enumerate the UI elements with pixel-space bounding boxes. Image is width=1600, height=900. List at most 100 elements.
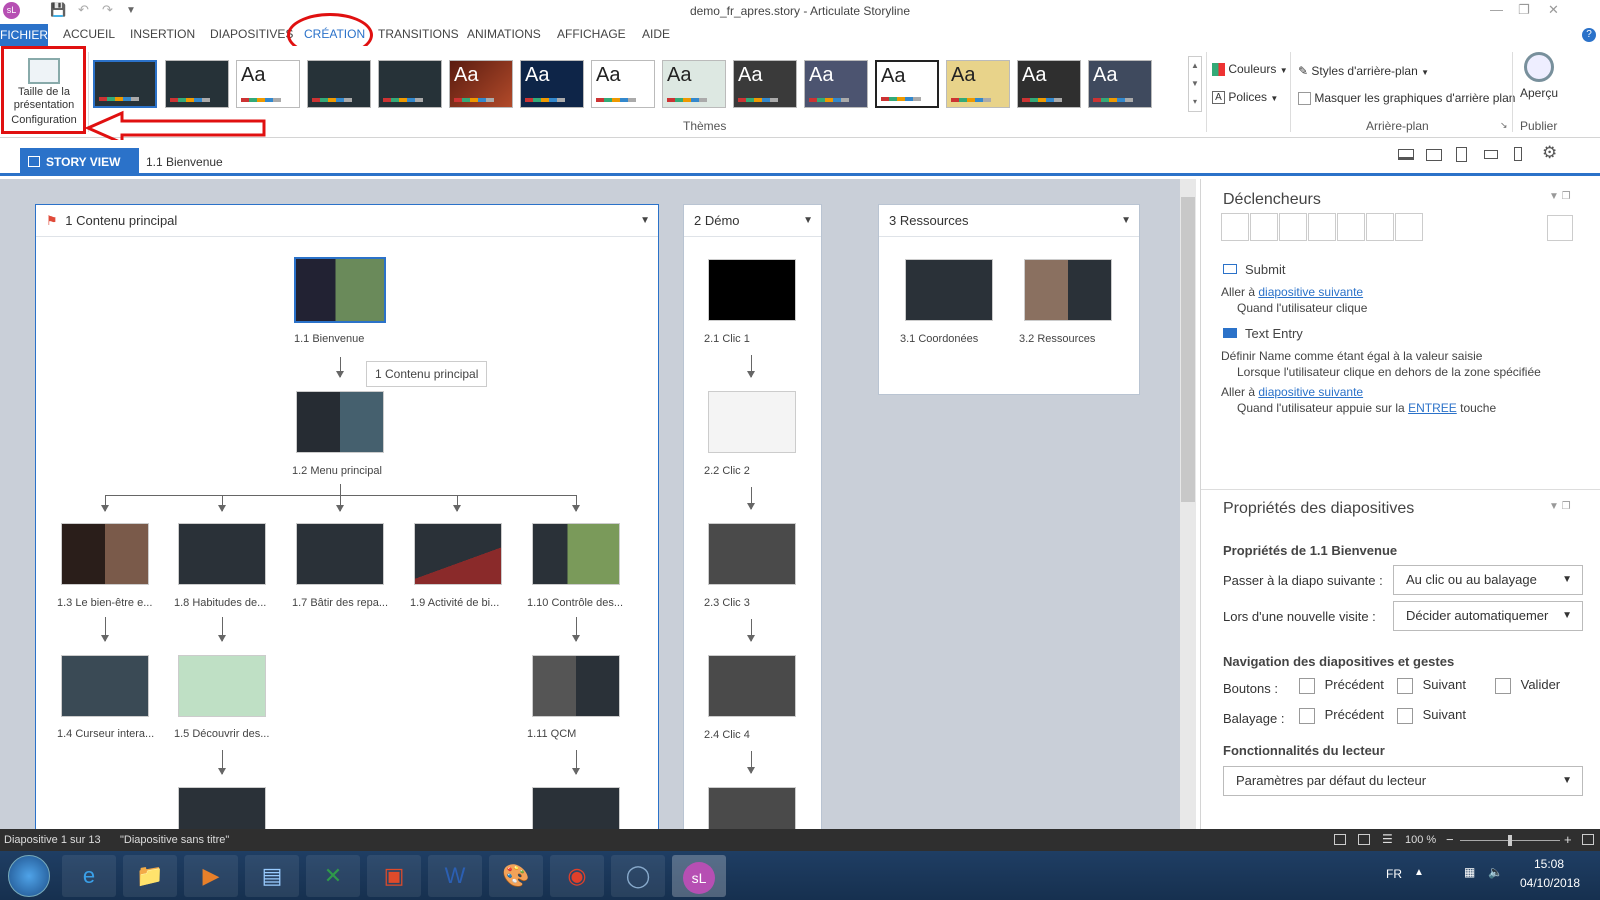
theme-11[interactable]: Aa [804,60,868,108]
btn-prev-checkbox[interactable]: Précédent [1299,677,1384,694]
tab-diapositives[interactable]: DIAPOSITIVES [210,27,293,41]
btn-submit-checkbox[interactable]: Valider [1495,677,1560,694]
fit-window-icon[interactable] [1582,834,1594,845]
tab-aide[interactable]: AIDE [642,27,670,41]
story-view-tab[interactable]: STORY VIEW [20,148,139,176]
swipe-next-checkbox[interactable]: Suivant [1397,707,1466,724]
story-canvas[interactable]: ⚑ 1 Contenu principal ▼ 1.1 Bienvenue 1 … [0,179,1196,829]
scene-1[interactable]: ⚑ 1 Contenu principal ▼ 1.1 Bienvenue 1 … [35,204,659,829]
network-icon[interactable]: ▦ [1464,865,1475,879]
zoom-out-icon[interactable]: − [1446,832,1454,847]
grid-view-icon[interactable] [1334,834,1346,845]
phone-portrait-icon[interactable] [1514,147,1522,161]
trigger-3[interactable]: Aller à diapositive suivante [1221,385,1363,399]
slide-1-6[interactable] [178,787,266,829]
notepad-icon[interactable]: ▤ [245,855,299,897]
scene-1-dropdown-icon[interactable]: ▼ [640,205,650,237]
theme-12[interactable]: Aa [875,60,939,108]
slide-1-1[interactable] [294,257,386,323]
props-collapse-icon[interactable]: ▼ ❐ [1549,501,1571,512]
volume-icon[interactable]: 🔈 [1488,865,1503,879]
trigger-object-text-entry[interactable]: Text Entry [1223,326,1303,341]
tab-transitions[interactable]: TRANSITIONS [378,27,459,41]
zoom-thumb[interactable] [1508,835,1512,846]
edit-trigger-icon[interactable] [1250,213,1278,241]
tab-fichier[interactable]: FICHIER [0,24,48,46]
slide-1-3[interactable] [61,523,149,585]
player-select[interactable]: Paramètres par défaut du lecteur ▼ [1223,766,1583,796]
fonts-button[interactable]: A Polices ▼ [1212,90,1278,105]
desktop-view-icon[interactable] [1398,149,1414,160]
slide-1-7[interactable] [296,523,384,585]
advance-select[interactable]: Au clic ou au balayage ▼ [1393,565,1583,595]
theme-9[interactable]: Aa [662,60,726,108]
theme-10[interactable]: Aa [733,60,797,108]
tablet-landscape-icon[interactable] [1426,149,1442,161]
colors-button[interactable]: Couleurs ▼ [1212,62,1288,77]
minimize-icon[interactable]: — [1490,2,1503,17]
paste-trigger-icon[interactable] [1308,213,1336,241]
slide-1-2[interactable] [296,391,384,453]
slide-1-8[interactable] [178,523,266,585]
theme-14[interactable]: Aa [1017,60,1081,108]
theme-4[interactable] [307,60,371,108]
slide-3-2[interactable] [1024,259,1112,321]
slide-1-4[interactable] [61,655,149,717]
slide-2-3[interactable] [708,523,796,585]
gallery-scroll[interactable]: ▲ ▼ ▾ [1188,56,1202,112]
delete-trigger-icon[interactable] [1337,213,1365,241]
storyline-taskbar-icon[interactable]: sL [672,855,726,897]
word-icon[interactable]: W [428,855,482,897]
scene-1-header[interactable]: ⚑ 1 Contenu principal ▼ [36,205,658,237]
revisit-select[interactable]: Décider automatiquemer ▼ [1393,601,1583,631]
theme-1[interactable] [93,60,157,108]
chrome-icon[interactable]: ◉ [550,855,604,897]
theme-2[interactable] [165,60,229,108]
slide-1-9[interactable] [414,523,502,585]
background-styles-button[interactable]: ✎ Styles d'arrière-plan ▼ [1298,64,1429,78]
theme-7[interactable]: Aa [520,60,584,108]
fit-icon[interactable]: ☰ [1382,832,1393,846]
slide-1-12[interactable] [532,787,620,829]
excel-icon[interactable]: ✕ [306,855,360,897]
hide-bg-checkbox[interactable]: Masquer les graphiques d'arrière plan [1298,91,1515,106]
move-down-icon[interactable] [1395,213,1423,241]
trigger-variables-icon[interactable] [1547,215,1573,241]
theme-3[interactable]: Aa [236,60,300,108]
tab-accueil[interactable]: ACCUEIL [63,27,115,41]
zoom-in-icon[interactable]: + [1564,832,1572,847]
canvas-scrollbar[interactable] [1180,179,1196,829]
dialog-launcher-icon[interactable]: ↘ [1500,120,1508,131]
theme-13[interactable]: Aa [946,60,1010,108]
theme-8[interactable]: Aa [591,60,655,108]
explorer-icon[interactable]: 📁 [123,855,177,897]
clock-time[interactable]: 15:08 [1534,857,1564,871]
scene-2-dropdown-icon[interactable]: ▼ [803,205,813,237]
swipe-prev-checkbox[interactable]: Précédent [1299,707,1384,724]
restore-icon[interactable]: ❐ [1518,2,1530,18]
new-trigger-icon[interactable] [1221,213,1249,241]
tablet-portrait-icon[interactable] [1456,147,1467,162]
current-slide-tab[interactable]: 1.1 Bienvenue [146,155,223,169]
slide-2-2[interactable] [708,391,796,453]
media-player-icon[interactable]: ▶ [184,855,238,897]
paint-icon[interactable]: 🎨 [489,855,543,897]
tab-affichage[interactable]: AFFICHAGE [557,27,626,41]
slide-2-5[interactable] [708,787,796,829]
settings-gear-icon[interactable]: ⚙ [1542,143,1557,163]
tab-insertion[interactable]: INSERTION [130,27,195,41]
btn-next-checkbox[interactable]: Suivant [1397,677,1466,694]
zoom-slider[interactable] [1460,835,1560,846]
tab-animations[interactable]: ANIMATIONS [467,27,541,41]
trigger-2[interactable]: Définir Name comme étant égal à la valeu… [1221,349,1482,363]
slide-1-5[interactable] [178,655,266,717]
slide-2-4[interactable] [708,655,796,717]
normal-view-icon[interactable] [1358,834,1370,845]
slide-1-11[interactable] [532,655,620,717]
app-icon-taskbar[interactable]: ◯ [611,855,665,897]
phone-landscape-icon[interactable] [1484,150,1498,159]
screencast-icon[interactable]: ▣ [367,855,421,897]
preview-button[interactable]: Aperçu [1514,52,1564,100]
slide-2-1[interactable] [708,259,796,321]
theme-5[interactable] [378,60,442,108]
